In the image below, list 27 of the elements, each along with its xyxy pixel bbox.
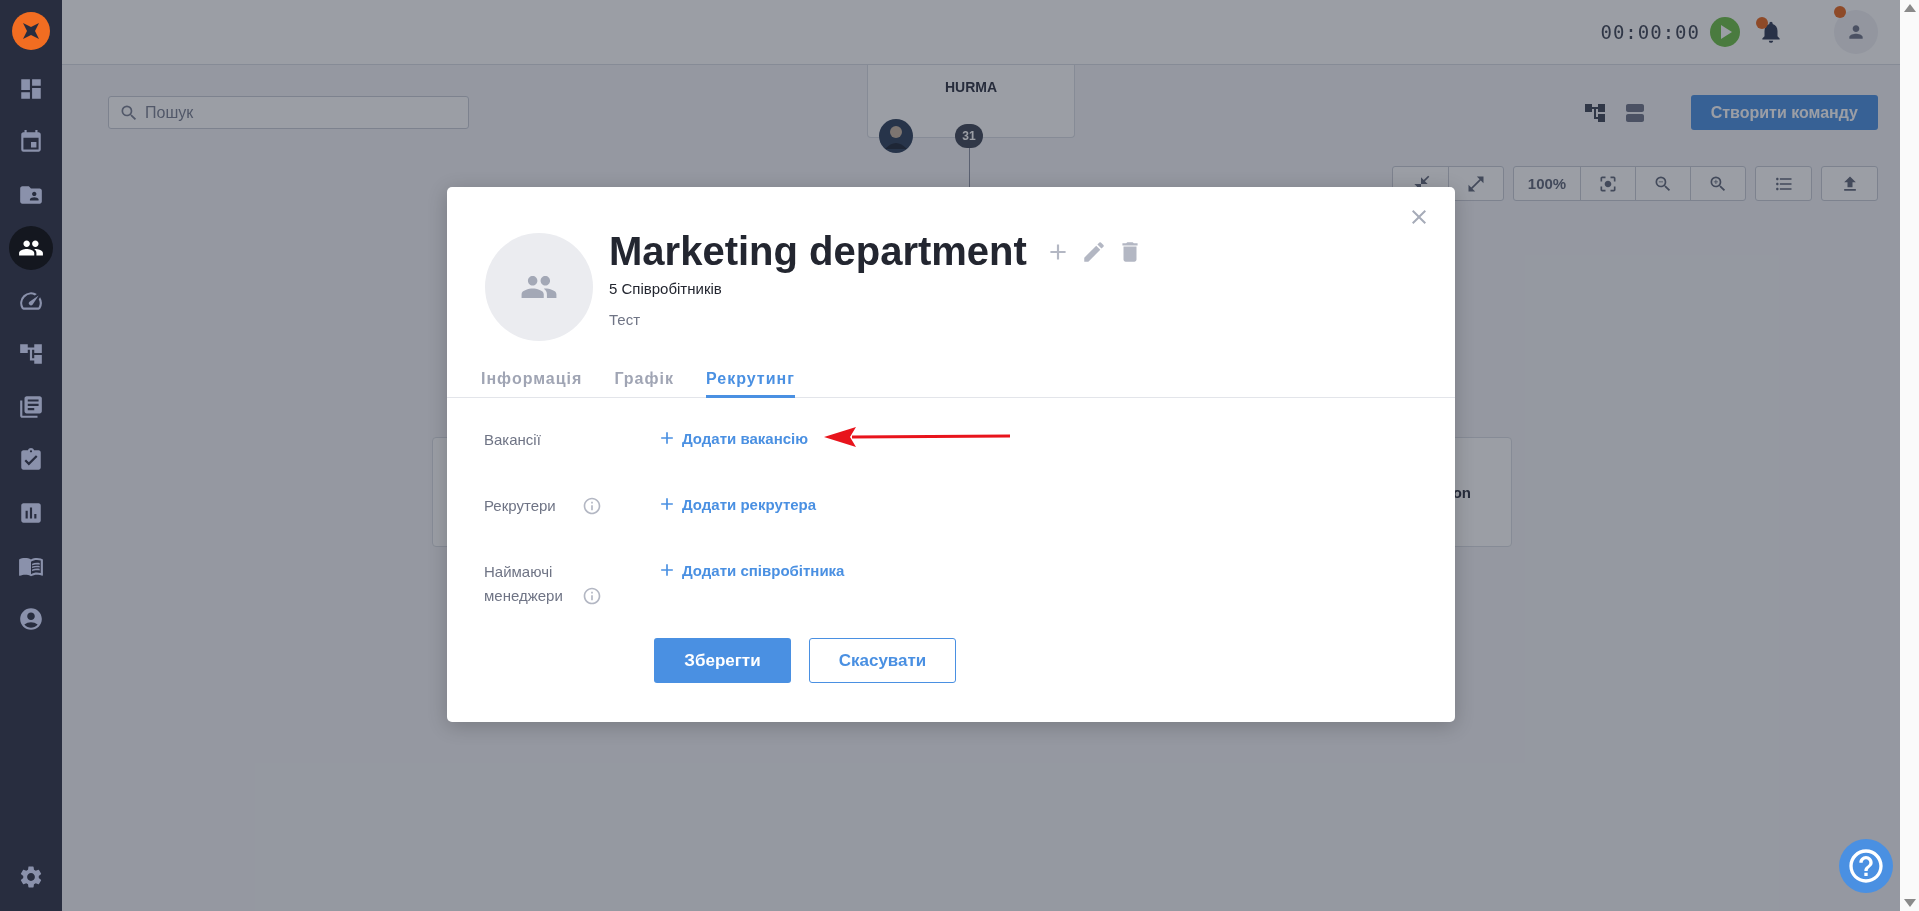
people-icon[interactable]: [9, 226, 53, 270]
tab[interactable]: Графік: [614, 366, 674, 398]
create-team-button[interactable]: Створити команду: [1690, 95, 1878, 130]
cancel-button[interactable]: Скасувати: [809, 638, 956, 683]
count-badge: 31: [955, 124, 983, 148]
scroll-up-icon[interactable]: [1903, 4, 1916, 12]
save-button[interactable]: Зберегти: [654, 638, 791, 683]
dialog-title: Marketing department: [609, 229, 1027, 274]
add-link[interactable]: Додати вакансію: [657, 428, 809, 448]
tab[interactable]: Рекрутинг: [705, 366, 795, 398]
field-label: Наймаючі менеджери: [484, 562, 564, 606]
scroll-down-icon[interactable]: [1903, 899, 1916, 907]
member-count: 5 Співробітників: [609, 280, 723, 297]
add-link[interactable]: Додати співробітника: [657, 560, 845, 580]
field-label: Рекрутери: [484, 496, 557, 516]
help-icon[interactable]: [1839, 839, 1893, 893]
search-field[interactable]: Пошук: [108, 96, 469, 129]
team-description: Тест: [609, 311, 642, 328]
play-icon[interactable]: [1710, 17, 1740, 47]
logo-icon[interactable]: [12, 12, 50, 50]
avatar: [879, 119, 913, 153]
field-label: Вакансії: [484, 430, 541, 450]
tab[interactable]: Інформація: [481, 366, 583, 398]
add-link[interactable]: Додати рекрутера: [657, 494, 817, 514]
info-icon[interactable]: [582, 586, 602, 606]
timer: 00:00:00: [1600, 21, 1700, 43]
info-icon[interactable]: [582, 496, 602, 516]
